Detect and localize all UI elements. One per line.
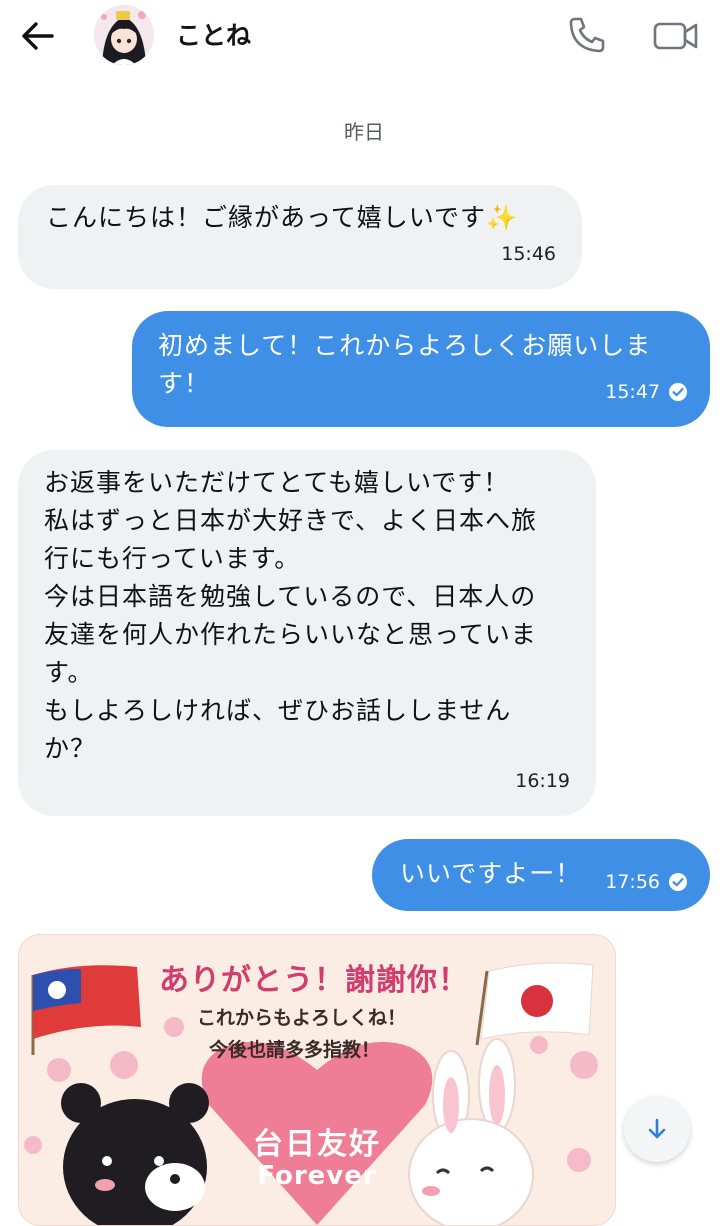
incoming-message[interactable]: お返事をいただけてとても嬉しいです！ 私はずっと日本が大好きで、よく日本へ旅 行…: [18, 450, 596, 816]
video-camera-icon[interactable]: [652, 16, 700, 56]
contact-name[interactable]: ことね: [176, 16, 251, 52]
message-time: 17:56: [605, 871, 660, 893]
outgoing-message[interactable]: いいですよー！ 17:56: [372, 839, 710, 911]
heart-text: 台日友好: [253, 1127, 381, 1162]
message-meta: 17:56: [605, 863, 688, 901]
taiwan-flag-icon: [31, 965, 141, 1055]
message-meta: 15:47: [605, 373, 688, 411]
chat-header: ことね: [0, 0, 728, 80]
back-arrow-icon[interactable]: [18, 18, 58, 54]
check-circle-icon: [669, 873, 687, 891]
phone-icon[interactable]: [566, 14, 608, 56]
incoming-message[interactable]: こんにちは！ご縁があって嬉しいです✨ 15:46: [18, 185, 582, 289]
message-text: お返事をいただけてとても嬉しいです！ 私はずっと日本が大好きで、よく日本へ旅 行…: [44, 468, 538, 763]
heart-subtext: Forever: [257, 1161, 377, 1191]
message-time: 15:46: [501, 243, 556, 265]
card-subtitle: 今後也請多多指教！: [209, 1039, 381, 1061]
image-message[interactable]: ありがとう！謝謝你！ これからもよろしくね！ 今後也請多多指教！ 台日友好 Fo…: [18, 934, 616, 1226]
arrow-down-icon: [648, 1118, 666, 1139]
bear-icon: [61, 1083, 209, 1225]
japan-flag-icon: [475, 962, 594, 1046]
date-separator: 昨日: [344, 120, 384, 144]
card-subtitle: これからもよろしくね！: [197, 1007, 407, 1029]
outgoing-message[interactable]: 初めまして！これからよろしくお願いしま す！ 15:47: [132, 311, 710, 427]
scroll-to-bottom-button[interactable]: [624, 1096, 690, 1162]
check-circle-icon: [669, 383, 687, 401]
message-time: 15:47: [605, 381, 660, 403]
message-text: こんにちは！ご縁があって嬉しいです✨: [46, 203, 519, 232]
avatar[interactable]: [94, 5, 154, 65]
message-time: 16:19: [515, 770, 570, 792]
card-title: ありがとう！謝謝你！: [159, 963, 469, 998]
